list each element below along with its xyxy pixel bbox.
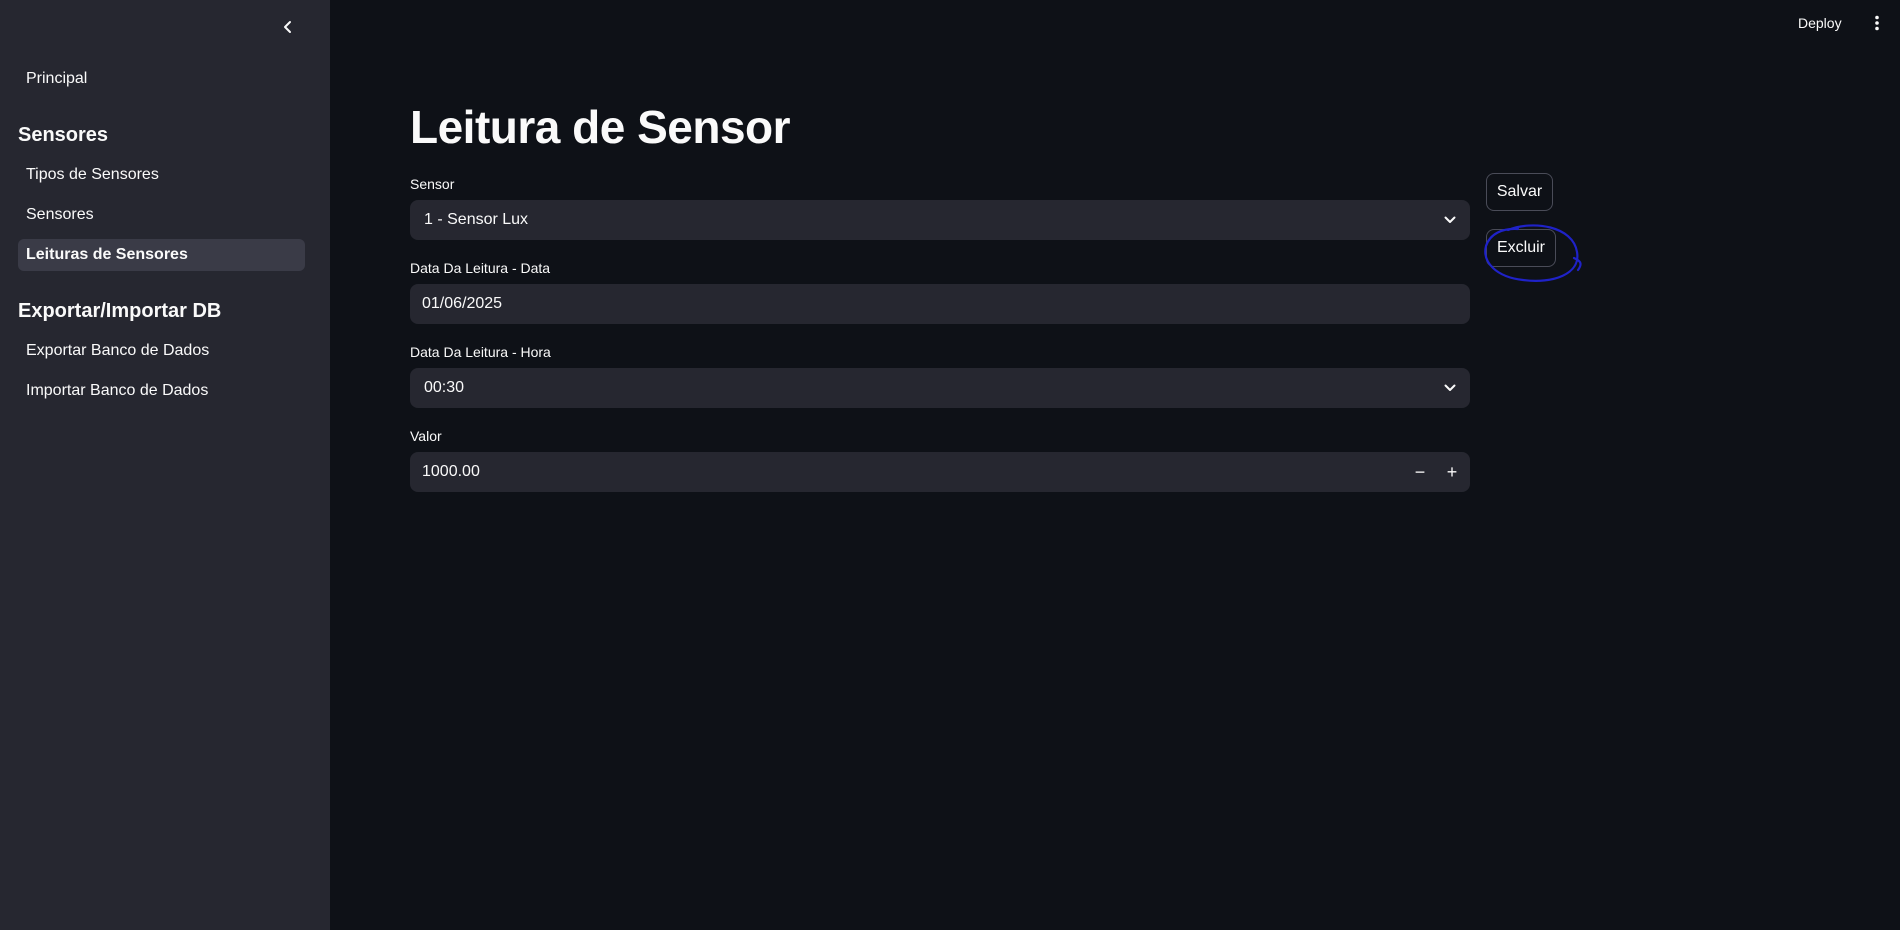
date-input-value: 01/06/2025 bbox=[422, 295, 503, 312]
main-menu-button[interactable] bbox=[1867, 12, 1887, 34]
page-title: Leitura de Sensor bbox=[410, 101, 791, 153]
valor-input-value: 1000.00 bbox=[422, 463, 480, 480]
sidebar-item-sensores[interactable]: Sensores bbox=[18, 199, 305, 231]
valor-label: Valor bbox=[410, 428, 442, 444]
sidebar-item-label: Leituras de Sensores bbox=[26, 246, 188, 263]
sidebar-item-label: Principal bbox=[26, 70, 88, 87]
deploy-button[interactable]: Deploy bbox=[1798, 12, 1842, 34]
sidebar-item-label: Importar Banco de Dados bbox=[26, 382, 209, 399]
increment-button[interactable]: + bbox=[1436, 452, 1468, 492]
sidebar-item-principal[interactable]: Principal bbox=[18, 63, 305, 95]
decrement-button[interactable]: − bbox=[1404, 452, 1436, 492]
sensor-select-value: 1 - Sensor Lux bbox=[424, 211, 529, 228]
delete-button[interactable]: Excluir bbox=[1486, 229, 1556, 267]
vertical-ellipsis-icon bbox=[1875, 15, 1879, 31]
save-button[interactable]: Salvar bbox=[1486, 173, 1553, 211]
data-label: Data Da Leitura - Data bbox=[410, 260, 551, 276]
sensor-select[interactable]: 1 - Sensor Lux bbox=[410, 200, 1470, 240]
hora-label: Data Da Leitura - Hora bbox=[410, 344, 551, 360]
sidebar-item-leituras-de-sensores[interactable]: Leituras de Sensores bbox=[18, 239, 305, 271]
sidebar-item-label: Tipos de Sensores bbox=[26, 166, 159, 183]
sidebar-item-tipos-de-sensores[interactable]: Tipos de Sensores bbox=[18, 159, 305, 191]
sidebar-item-importar-banco[interactable]: Importar Banco de Dados bbox=[18, 375, 305, 407]
time-select[interactable]: 00:30 bbox=[410, 368, 1470, 408]
chevron-down-icon bbox=[1430, 368, 1470, 408]
sidebar-item-label: Sensores bbox=[26, 206, 94, 223]
collapse-sidebar-button[interactable] bbox=[276, 15, 300, 39]
date-input[interactable]: 01/06/2025 bbox=[410, 284, 1470, 324]
sidebar-item-exportar-banco[interactable]: Exportar Banco de Dados bbox=[18, 335, 305, 367]
sidebar: Principal Sensores Tipos de Sensores Sen… bbox=[0, 0, 330, 930]
sidebar-section-sensores: Sensores bbox=[18, 124, 109, 146]
sensor-label: Sensor bbox=[410, 176, 455, 192]
time-select-value: 00:30 bbox=[424, 379, 465, 396]
chevron-left-icon bbox=[284, 21, 291, 33]
sidebar-item-label: Exportar Banco de Dados bbox=[26, 342, 210, 359]
valor-number-input[interactable]: 1000.00 − + bbox=[410, 452, 1470, 492]
sidebar-section-exportar-importar: Exportar/Importar DB bbox=[18, 300, 222, 322]
chevron-down-icon bbox=[1430, 200, 1470, 240]
